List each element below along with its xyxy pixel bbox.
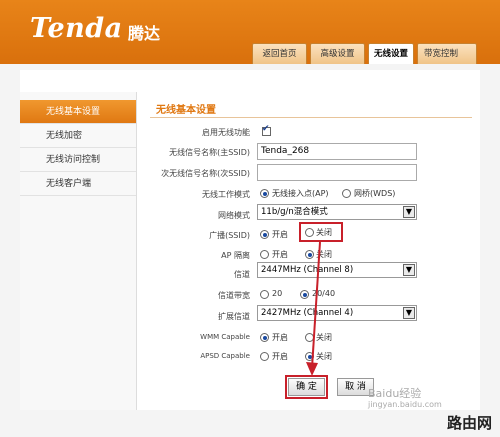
work-mode-label: 无线工作模式 bbox=[202, 190, 250, 199]
ssid-secondary-label: 次无线信号名称(次SSID) bbox=[161, 169, 250, 178]
ssid-main-label: 无线信号名称(主SSID) bbox=[169, 148, 250, 157]
broadcast-label: 广播(SSID) bbox=[209, 231, 250, 240]
watermark-site: Baidu经验 bbox=[368, 387, 422, 400]
wmm-label: WMM Capable bbox=[200, 333, 250, 341]
network-mode-label: 网络模式 bbox=[218, 211, 250, 220]
ap-isolation-label: AP 隔离 bbox=[221, 251, 250, 260]
corner-mark: 路由网 bbox=[446, 414, 492, 432]
tab-home[interactable]: 返回首页 bbox=[252, 43, 307, 64]
broadcast-on-radio[interactable] bbox=[260, 230, 269, 239]
ssid-main-input[interactable]: Tenda_268 bbox=[257, 143, 417, 160]
tab-wireless[interactable]: 无线设置 bbox=[368, 43, 414, 64]
network-mode-select[interactable]: 11b/g/n混合模式 ▼ bbox=[257, 204, 417, 220]
enable-wireless-checkbox[interactable]: ✔ bbox=[262, 124, 271, 136]
ext-channel-label: 扩展信道 bbox=[218, 312, 250, 321]
work-mode-ap-label: 无线接入点(AP) bbox=[272, 189, 329, 198]
broadcast-off-radio[interactable] bbox=[305, 228, 314, 237]
sidebar-item-security[interactable]: 无线加密 bbox=[20, 124, 136, 148]
broadcast-on-label: 开启 bbox=[272, 230, 288, 239]
apsd-label: APSD Capable bbox=[200, 352, 250, 360]
bandwidth-label: 信道带宽 bbox=[218, 291, 250, 300]
enable-wireless-label: 启用无线功能 bbox=[202, 128, 250, 137]
apsd-on-label: 开启 bbox=[272, 352, 288, 361]
ap-isolation-on-radio[interactable] bbox=[260, 250, 269, 259]
ok-button[interactable]: 确 定 bbox=[288, 378, 325, 396]
brand-logo: Tenda bbox=[30, 13, 123, 44]
bandwidth-20-label: 20 bbox=[272, 289, 283, 298]
ap-isolation-on-label: 开启 bbox=[272, 250, 288, 259]
apsd-on-radio[interactable] bbox=[260, 352, 269, 361]
sidebar: 无线基本设置 无线加密 无线访问控制 无线客户端 bbox=[20, 92, 137, 410]
check-icon: ✔ bbox=[262, 124, 270, 134]
channel-label: 信道 bbox=[234, 270, 250, 279]
bandwidth-20-radio[interactable] bbox=[260, 290, 269, 299]
wmm-on-radio[interactable] bbox=[260, 333, 269, 342]
sidebar-item-basic[interactable]: 无线基本设置 bbox=[20, 100, 136, 124]
chevron-down-icon: ▼ bbox=[403, 206, 415, 218]
tab-advanced[interactable]: 高级设置 bbox=[310, 43, 365, 64]
watermark-url: jingyan.baidu.com bbox=[368, 400, 442, 409]
sidebar-item-access-control[interactable]: 无线访问控制 bbox=[20, 148, 136, 172]
broadcast-off-label: 关闭 bbox=[316, 228, 332, 237]
work-mode-wds-label: 网桥(WDS) bbox=[354, 189, 396, 198]
panel-title: 无线基本设置 bbox=[156, 105, 216, 116]
chevron-down-icon: ▼ bbox=[403, 307, 415, 319]
work-mode-wds-radio[interactable] bbox=[342, 189, 351, 198]
annotation-arrow-icon bbox=[306, 241, 321, 376]
work-mode-ap-radio[interactable] bbox=[260, 189, 269, 198]
tab-bandwidth[interactable]: 带宽控制 bbox=[417, 43, 477, 64]
chevron-down-icon: ▼ bbox=[403, 264, 415, 276]
title-divider bbox=[150, 117, 472, 118]
sidebar-item-clients[interactable]: 无线客户端 bbox=[20, 172, 136, 196]
wmm-on-label: 开启 bbox=[272, 333, 288, 342]
ssid-secondary-input[interactable] bbox=[257, 164, 417, 181]
header-bar: Tenda 腾达 返回首页 高级设置 无线设置 带宽控制 bbox=[0, 0, 500, 64]
brand-logo-cn: 腾达 bbox=[128, 24, 161, 43]
network-mode-value: 11b/g/n混合模式 bbox=[261, 207, 328, 217]
